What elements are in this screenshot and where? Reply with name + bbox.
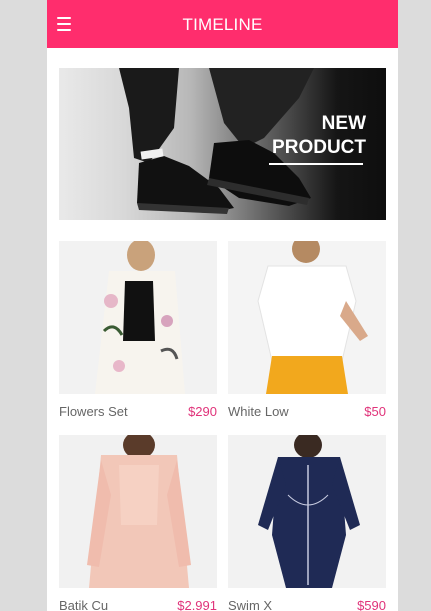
banner-line-product: PRODUCT (272, 137, 366, 158)
banner-line-new: NEW (321, 113, 366, 134)
banner-underline (269, 163, 363, 165)
product-price: $2.991 (177, 598, 217, 611)
product-name: White Low (228, 404, 289, 419)
product-name: Batik Cu (59, 598, 109, 611)
product-card[interactable]: White Low $50 (228, 241, 386, 419)
product-image (59, 241, 217, 394)
product-price: $290 (188, 404, 217, 419)
product-card[interactable]: Swim X $590 (228, 435, 386, 611)
product-price: $590 (357, 598, 386, 611)
product-image (59, 435, 217, 588)
new-product-banner[interactable]: NEW PRODUCT (59, 68, 386, 220)
top-app-bar: TIMELINE (47, 0, 398, 48)
product-card[interactable]: Batik Cu $2.991 (59, 435, 217, 611)
product-image (228, 241, 386, 394)
product-price: $50 (364, 404, 386, 419)
banner-headline: NEW PRODUCT (272, 112, 366, 160)
page-title: TIMELINE (182, 15, 263, 34)
product-name: Flowers Set (59, 404, 128, 419)
product-name: Swim X (228, 598, 273, 611)
app-screen: TIMELINE NEW PRODUCT Flowers Set $290 Wh… (47, 0, 398, 611)
product-card[interactable]: Flowers Set $290 (59, 241, 217, 419)
product-image (228, 435, 386, 588)
